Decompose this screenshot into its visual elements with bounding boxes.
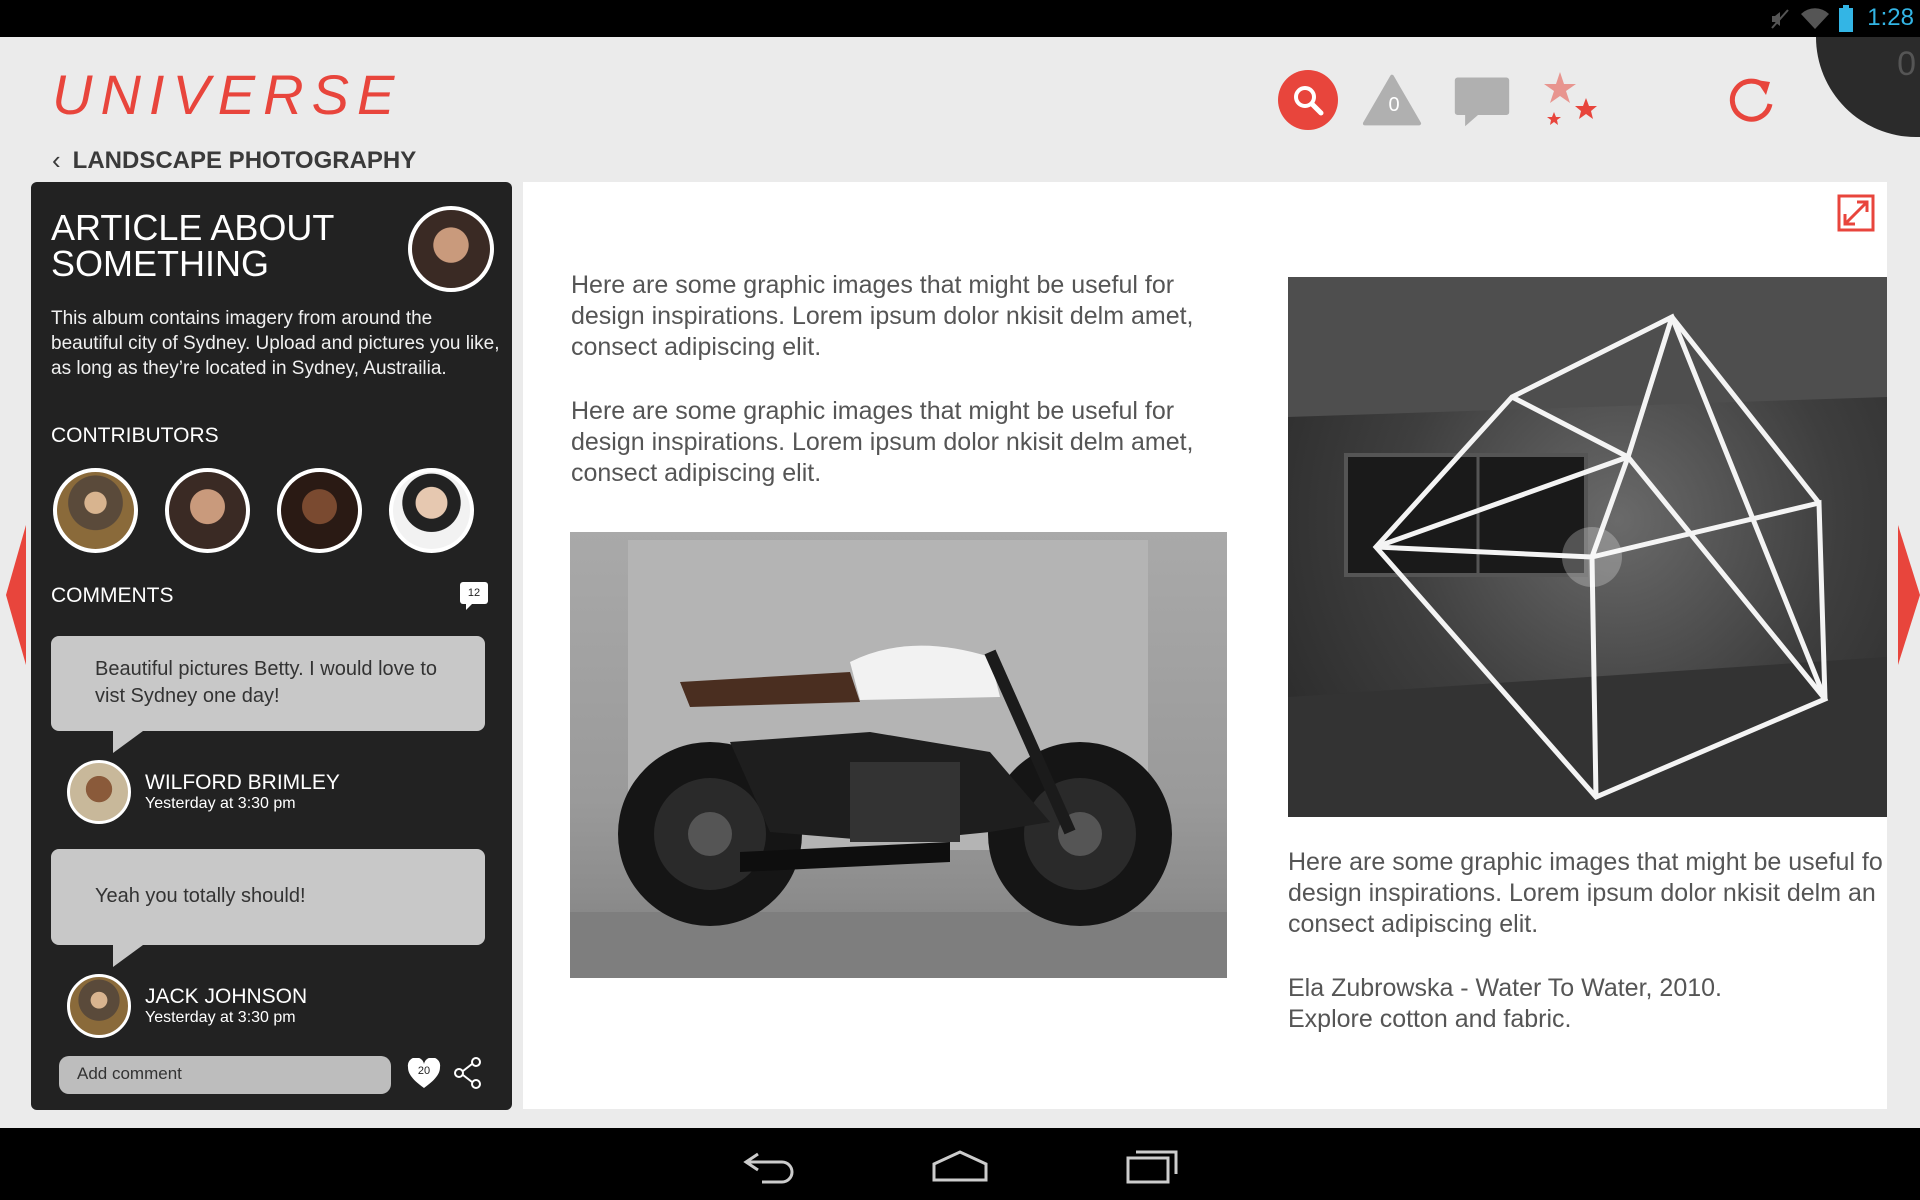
add-comment-input[interactable]: Add comment <box>59 1056 391 1094</box>
chat-icon <box>1454 77 1510 127</box>
comment-author[interactable]: JACK JOHNSON Yesterday at 3:30 pm <box>67 974 307 1038</box>
motorcycle-illustration <box>570 540 1227 978</box>
wifi-icon <box>1801 8 1829 29</box>
comment-author-name: WILFORD BRIMLEY <box>145 771 340 794</box>
logo-text: UNIVERSE <box>52 63 403 126</box>
back-chevron-icon[interactable]: ‹ <box>52 145 61 176</box>
corner-tab[interactable]: 0 <box>1816 37 1920 137</box>
comments-label: COMMENTS <box>51 584 174 607</box>
refresh-button[interactable] <box>1722 70 1782 130</box>
refresh-icon <box>1729 78 1773 122</box>
contributor-avatar[interactable] <box>53 468 138 553</box>
contributor-avatar[interactable] <box>165 468 250 553</box>
author-avatar[interactable] <box>408 206 494 292</box>
light-cube-illustration <box>1288 277 1887 817</box>
search-icon <box>1294 86 1324 116</box>
next-arrow-icon[interactable] <box>1898 525 1920 665</box>
comment-text: Beautiful pictures Betty. I would love t… <box>95 658 438 707</box>
comment-bubble: Beautiful pictures Betty. I would love t… <box>51 636 485 753</box>
avatar[interactable] <box>67 760 131 824</box>
article-description: This album contains imagery from around … <box>51 308 500 379</box>
previous-arrow-icon[interactable] <box>6 525 26 665</box>
comment-text: Yeah you totally should! <box>95 885 306 907</box>
article-sidebar: ARTICLE ABOUT SOMETHING This album conta… <box>31 182 512 1110</box>
back-icon[interactable] <box>738 1142 798 1186</box>
contributor-avatar[interactable] <box>277 468 362 553</box>
avatar[interactable] <box>67 974 131 1038</box>
home-icon[interactable] <box>930 1142 990 1186</box>
share-icon <box>454 1057 481 1089</box>
alerts-button[interactable]: 0 <box>1362 70 1422 130</box>
stars-icon <box>1544 72 1597 125</box>
favorites-button[interactable] <box>1540 70 1600 130</box>
light-installation-photo[interactable] <box>1288 277 1887 817</box>
system-navigation-bar <box>0 1128 1920 1200</box>
app-logo[interactable]: UNIVERSE <box>52 62 402 127</box>
contributor-avatar[interactable] <box>389 468 474 553</box>
credit-line: Explore cotton and fabric. <box>1288 1005 1572 1033</box>
status-bar: 1:28 <box>0 0 1920 37</box>
share-button[interactable] <box>453 1056 483 1090</box>
mute-icon <box>1771 9 1789 29</box>
corner-count: 0 <box>1897 45 1916 83</box>
breadcrumb[interactable]: ‹ LANDSCAPE PHOTOGRAPHY <box>52 145 416 176</box>
alert-count: 0 <box>1388 94 1400 116</box>
article-paragraph: Here are some graphic images that might … <box>571 271 1194 361</box>
comment-timestamp: Yesterday at 3:30 pm <box>145 1009 296 1026</box>
expand-icon[interactable] <box>1837 194 1875 232</box>
like-button[interactable]: 20 <box>407 1057 441 1090</box>
like-count: 20 <box>417 1065 431 1077</box>
article-paragraph: Here are some graphic images that might … <box>571 397 1194 487</box>
comment-count-badge: 12 <box>460 582 488 610</box>
image-caption-paragraph: Here are some graphic images that might … <box>1288 847 1888 940</box>
contributors-label: CONTRIBUTORS <box>51 424 219 447</box>
caption-line: consect adipiscing elit. <box>1288 910 1539 938</box>
image-credit: Ela Zubrowska - Water To Water, 2010. Ex… <box>1288 973 1888 1035</box>
comment-author[interactable]: WILFORD BRIMLEY Yesterday at 3:30 pm <box>67 760 340 824</box>
comment-author-name: JACK JOHNSON <box>145 985 308 1008</box>
article-title: ARTICLE ABOUT SOMETHING <box>51 207 334 284</box>
credit-line: Ela Zubrowska - Water To Water, 2010. <box>1288 974 1722 1002</box>
caption-line: Here are some graphic images that might … <box>1288 848 1883 876</box>
breadcrumb-label: LANDSCAPE PHOTOGRAPHY <box>72 146 417 174</box>
battery-icon <box>1839 5 1853 32</box>
article-content: Here are some graphic images that might … <box>523 182 1887 1109</box>
caption-line: design inspirations. Lorem ipsum dolor n… <box>1288 879 1876 907</box>
recent-apps-icon[interactable] <box>1122 1142 1182 1186</box>
contributors-list <box>53 468 474 553</box>
status-time: 1:28 <box>1867 4 1914 31</box>
comment-timestamp: Yesterday at 3:30 pm <box>145 795 296 812</box>
motorcycle-photo[interactable] <box>570 532 1227 978</box>
search-button[interactable] <box>1278 70 1338 130</box>
comment-bubble: Yeah you totally should! <box>51 849 485 967</box>
messages-button[interactable] <box>1452 70 1512 130</box>
